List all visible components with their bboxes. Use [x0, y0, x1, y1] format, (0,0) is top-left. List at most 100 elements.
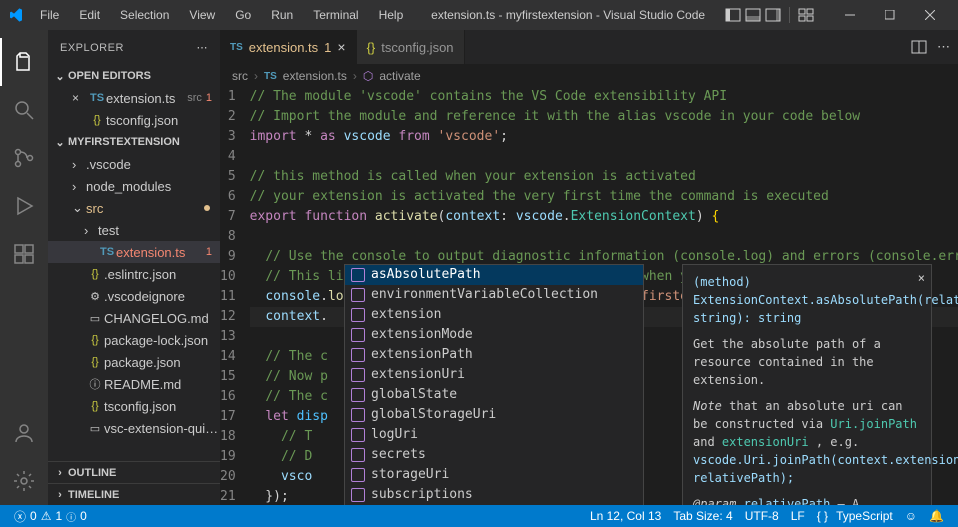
suggestion-item[interactable]: globalStorageUri — [345, 405, 643, 425]
accounts-icon[interactable] — [0, 409, 48, 457]
search-icon[interactable] — [0, 86, 48, 134]
close-tab-icon[interactable]: × — [337, 39, 345, 55]
layout-sidebar-right-icon[interactable] — [765, 7, 781, 23]
suggestion-item[interactable]: extensionPath — [345, 345, 643, 365]
menu-go[interactable]: Go — [227, 4, 259, 26]
menu-terminal[interactable]: Terminal — [305, 4, 366, 26]
chevron-icon: › — [72, 157, 86, 172]
menu-run[interactable]: Run — [263, 4, 301, 26]
file-icon: ⚙ — [86, 290, 104, 303]
status-encoding[interactable]: UTF-8 — [739, 509, 785, 523]
item-name: package.json — [104, 355, 220, 370]
suggestion-item[interactable]: logUri — [345, 425, 643, 445]
file-item[interactable]: ▭vsc-extension-quickstart.md — [48, 417, 220, 439]
chevron-icon: › — [72, 179, 86, 194]
menu-selection[interactable]: Selection — [112, 4, 177, 26]
editor-tab[interactable]: TS extension.ts 1 × — [220, 30, 357, 64]
typescript-file-icon: TS — [264, 71, 277, 82]
file-item[interactable]: {}package-lock.json — [48, 329, 220, 351]
section-label: myfirstextension — [68, 136, 180, 148]
breadcrumb[interactable]: src › TS extension.ts › ⬡ activate — [220, 65, 958, 87]
suggestion-item[interactable]: extension — [345, 305, 643, 325]
file-item[interactable]: ⚙.vscodeignore — [48, 285, 220, 307]
editor-tabs: TS extension.ts 1 × {} tsconfig.json ⋯ — [220, 30, 958, 65]
suggestion-item[interactable]: extensionUri — [345, 365, 643, 385]
suggestion-label: subscriptions — [371, 485, 473, 505]
file-item[interactable]: {}package.json — [48, 351, 220, 373]
method-icon — [351, 308, 365, 322]
status-cursor-position[interactable]: Ln 12, Col 13 — [584, 509, 667, 523]
explorer-header: Explorer ⋯ — [48, 30, 220, 65]
settings-gear-icon[interactable] — [0, 457, 48, 505]
item-name: .vscodeignore — [104, 289, 220, 304]
line-gutter: 1234567891011121314151617181920212223242… — [220, 87, 250, 505]
folder-item[interactable]: ›node_modules — [48, 175, 220, 197]
customize-layout-icon[interactable] — [798, 7, 814, 23]
file-item[interactable]: ▭CHANGELOG.md — [48, 307, 220, 329]
suggestion-item[interactable]: globalState — [345, 385, 643, 405]
documentation-tooltip: × (method) ExtensionContext.asAbsolutePa… — [682, 264, 932, 505]
item-name: src — [86, 201, 204, 216]
extensions-icon[interactable] — [0, 230, 48, 278]
suggestion-label: extension — [371, 305, 441, 325]
timeline-section[interactable]: › Timeline — [48, 483, 220, 505]
open-editor-item[interactable]: × TS extension.ts src 1 — [48, 87, 220, 109]
file-item[interactable]: ⓘREADME.md — [48, 373, 220, 395]
folder-item[interactable]: ⌄src — [48, 197, 220, 219]
file-icon: ▭ — [86, 422, 104, 435]
split-editor-icon[interactable] — [911, 39, 927, 55]
suggestion-label: secrets — [371, 445, 426, 465]
suggestion-item[interactable]: subscriptions — [345, 485, 643, 505]
status-tab-size[interactable]: Tab Size: 4 — [667, 509, 738, 523]
menu-edit[interactable]: Edit — [71, 4, 108, 26]
suggestion-item[interactable]: secrets — [345, 445, 643, 465]
close-icon[interactable]: × — [918, 269, 925, 287]
notifications-icon[interactable]: 🔔 — [923, 509, 950, 523]
file-path-suffix: src — [187, 92, 202, 104]
file-name: tsconfig.json — [106, 113, 220, 128]
folder-item[interactable]: ›test — [48, 219, 220, 241]
code-editor[interactable]: 1234567891011121314151617181920212223242… — [220, 87, 958, 505]
status-errors[interactable]: ⓧ0 ⚠1 ⓘ0 — [8, 508, 93, 525]
file-icon: ⓘ — [86, 376, 104, 392]
menu-view[interactable]: View — [181, 4, 223, 26]
breadcrumb-item[interactable]: activate — [379, 69, 420, 83]
menu-file[interactable]: File — [32, 4, 67, 26]
close-icon[interactable]: × — [72, 91, 88, 105]
file-item[interactable]: TSextension.ts1 — [48, 241, 220, 263]
more-actions-icon[interactable]: ⋯ — [937, 39, 950, 55]
outline-section[interactable]: › Outline — [48, 461, 220, 483]
breadcrumb-item[interactable]: src — [232, 69, 248, 83]
layout-panel-icon[interactable] — [745, 7, 761, 23]
editor-tab[interactable]: {} tsconfig.json — [357, 30, 465, 64]
folder-item[interactable]: ›.vscode — [48, 153, 220, 175]
source-control-icon[interactable] — [0, 134, 48, 182]
breadcrumb-item[interactable]: extension.ts — [283, 69, 347, 83]
window-title: extension.ts - myfirstextension - Visual… — [411, 8, 725, 22]
suggestion-item[interactable]: extensionMode — [345, 325, 643, 345]
close-button[interactable] — [910, 1, 950, 29]
file-item[interactable]: {}tsconfig.json — [48, 395, 220, 417]
method-icon — [351, 268, 365, 282]
suggestion-widget[interactable]: asAbsolutePathenvironmentVariableCollect… — [344, 264, 644, 505]
run-debug-icon[interactable] — [0, 182, 48, 230]
open-editor-item[interactable]: × {} tsconfig.json — [48, 109, 220, 131]
feedback-icon[interactable]: ☺ — [899, 509, 923, 523]
explorer-icon[interactable] — [0, 38, 48, 86]
menu-help[interactable]: Help — [371, 4, 412, 26]
minimize-button[interactable] — [830, 1, 870, 29]
suggestion-item[interactable]: environmentVariableCollection — [345, 285, 643, 305]
suggestion-item[interactable]: asAbsolutePath — [345, 265, 643, 285]
maximize-button[interactable] — [870, 1, 910, 29]
status-language[interactable]: { }TypeScript — [811, 509, 899, 523]
layout-sidebar-left-icon[interactable] — [725, 7, 741, 23]
item-name: extension.ts — [116, 245, 202, 260]
suggestion-label: extensionUri — [371, 365, 465, 385]
suggestion-item[interactable]: storageUri — [345, 465, 643, 485]
method-icon — [351, 368, 365, 382]
more-actions-icon[interactable]: ⋯ — [197, 41, 209, 54]
open-editors-section[interactable]: ⌄ Open Editors — [48, 65, 220, 87]
file-item[interactable]: {}.eslintrc.json — [48, 263, 220, 285]
folder-section[interactable]: ⌄ myfirstextension — [48, 131, 220, 153]
status-eol[interactable]: LF — [785, 509, 811, 523]
